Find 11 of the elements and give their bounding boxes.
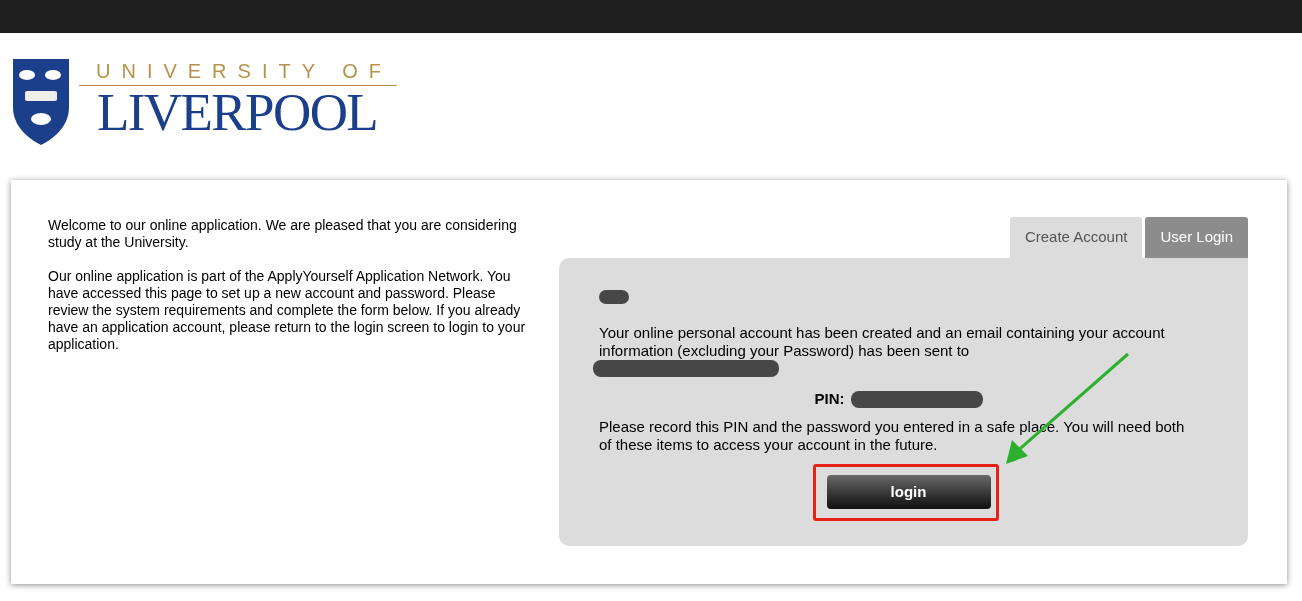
logo-text: LIVERPOOL (96, 86, 379, 138)
tab[interactable]: Create Account (1009, 217, 1143, 258)
tab[interactable]: User Login (1145, 217, 1248, 258)
intro-paragraph: Our online application is part of the ApplyYourself Application Network. You have accessed this page to set up a new account and password. Please review the system requirements and complete the form below. If you already have an application account, please return to the login screen to login to your application. (48, 268, 527, 353)
crest-icon (11, 57, 71, 147)
logo-text: UNIVERSITY OF (95, 59, 393, 84)
message-text: Your online personal account has been created and an email containing your account information (excluding your Password) has been sent to (599, 324, 1166, 360)
redaction-mark (599, 290, 629, 304)
intro-paragraph: Welcome to our online application. We are pleased that you are considering study at the University. (48, 217, 518, 251)
login-button[interactable]: login (826, 475, 991, 509)
pin-label: PIN: (814, 390, 845, 408)
